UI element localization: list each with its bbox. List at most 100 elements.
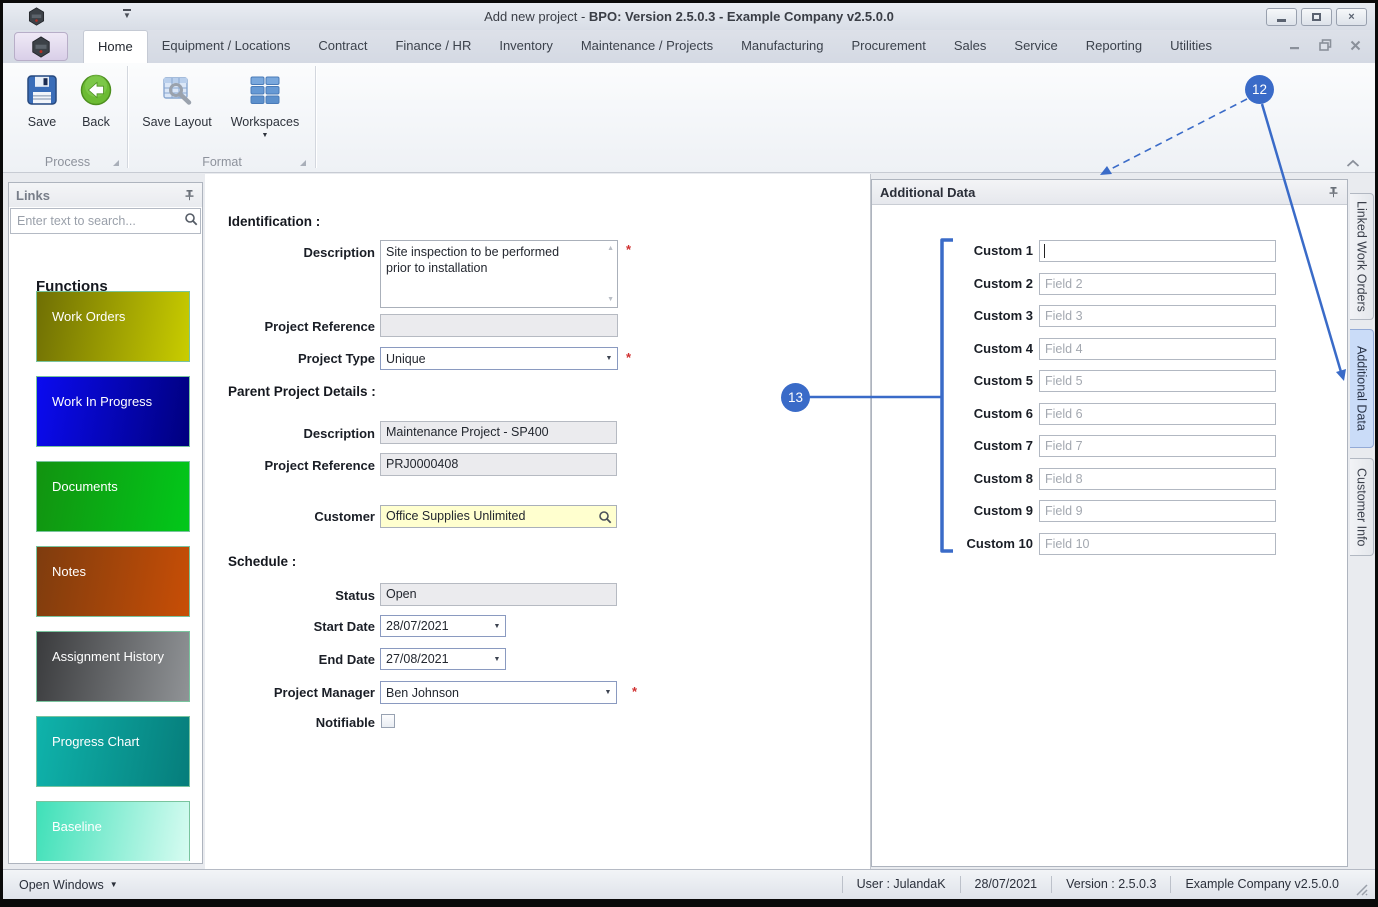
custom-10-input[interactable]: [1039, 533, 1276, 555]
application-menu-button[interactable]: [14, 32, 68, 61]
tile-notes[interactable]: Notes: [36, 546, 190, 617]
maximize-icon: [1312, 13, 1321, 21]
maximize-button[interactable]: [1301, 8, 1332, 26]
parent-project-header: Parent Project Details :: [228, 384, 376, 399]
side-tab-linked-work-orders[interactable]: Linked Work Orders: [1350, 193, 1374, 320]
custom-8-label: Custom 8: [973, 471, 1033, 486]
back-button[interactable]: Back: [67, 69, 125, 153]
custom-3-label: Custom 3: [973, 308, 1033, 323]
custom-6-input[interactable]: [1039, 403, 1276, 425]
custom-4-input[interactable]: [1039, 338, 1276, 360]
tile-progress-chart[interactable]: Progress Chart: [36, 716, 190, 787]
notifiable-checkbox[interactable]: [381, 714, 395, 728]
tile-documents[interactable]: Documents: [36, 461, 190, 532]
workspace: Links Functions Work Orders Work In Prog…: [3, 174, 1375, 869]
app-logo-icon: [27, 7, 46, 26]
custom-5-input[interactable]: [1039, 370, 1276, 392]
custom-9-input[interactable]: [1039, 500, 1276, 522]
close-button[interactable]: ×: [1336, 8, 1367, 26]
project-reference-label: Project Reference: [264, 319, 375, 334]
ribbon-tab-sales[interactable]: Sales: [940, 30, 1001, 63]
project-type-label: Project Type: [297, 351, 375, 366]
pin-icon[interactable]: [184, 189, 195, 201]
custom-2-input[interactable]: [1039, 273, 1276, 295]
pin-icon[interactable]: [1328, 186, 1339, 198]
format-group-launcher-icon[interactable]: [300, 160, 306, 166]
document-close-icon[interactable]: [1350, 40, 1361, 51]
callout-12-badge: 12: [1245, 75, 1274, 104]
custom-1-input[interactable]: [1039, 240, 1276, 262]
save-button[interactable]: Save: [13, 69, 71, 153]
save-layout-icon: [160, 73, 194, 107]
quick-access-caret-icon[interactable]: ▼: [123, 9, 131, 20]
process-group-launcher-icon[interactable]: [113, 160, 119, 166]
document-minimize-icon[interactable]: [1289, 40, 1301, 50]
customer-label: Customer: [314, 509, 375, 524]
end-date-picker[interactable]: 27/08/2021 ▼: [380, 648, 506, 670]
tile-work-orders[interactable]: Work Orders: [36, 291, 190, 362]
application-window: ▼ Add new project - BPO: Version 2.5.0.3…: [0, 0, 1378, 907]
tile-baseline[interactable]: Baseline: [36, 801, 190, 861]
ribbon-tab-procurement[interactable]: Procurement: [837, 30, 939, 63]
custom-8-input[interactable]: [1039, 468, 1276, 490]
side-tab-customer-info[interactable]: Customer Info: [1350, 458, 1374, 556]
ribbon-tab-equipment-locations[interactable]: Equipment / Locations: [148, 30, 305, 63]
custom-3-input[interactable]: [1039, 305, 1276, 327]
custom-1-label: Custom 1: [973, 243, 1033, 258]
start-date-label: Start Date: [313, 619, 375, 634]
ribbon-tab-home[interactable]: Home: [83, 30, 148, 63]
side-tab-additional-data[interactable]: Additional Data: [1350, 329, 1374, 448]
resize-grip-icon[interactable]: [1355, 883, 1369, 897]
custom-9-label: Custom 9: [973, 503, 1033, 518]
minimize-button[interactable]: [1266, 8, 1297, 26]
text-cursor: [1044, 244, 1045, 258]
status-user: User : JulandaK: [841, 875, 960, 894]
custom-2-label: Custom 2: [973, 276, 1033, 291]
ribbon-group-format: Format: [202, 155, 242, 169]
ribbon: Save Back Save Layout Workspaces ▼ Proce…: [3, 63, 1375, 173]
description-textarea[interactable]: Site inspection to be performed prior to…: [380, 240, 618, 308]
custom-7-input[interactable]: [1039, 435, 1276, 457]
scroll-up-icon[interactable]: ▲: [607, 245, 614, 252]
status-version: Version : 2.5.0.3: [1051, 875, 1170, 894]
save-layout-button[interactable]: Save Layout: [138, 69, 216, 153]
search-icon[interactable]: [184, 212, 198, 231]
ribbon-group-process: Process: [44, 155, 91, 169]
app-logo-icon: [32, 35, 50, 58]
additional-data-title: Additional Data: [880, 184, 976, 200]
close-icon: ×: [1348, 11, 1355, 23]
end-date-label: End Date: [318, 652, 375, 667]
project-type-dropdown[interactable]: Unique ▼: [380, 347, 618, 370]
description-label: Description: [303, 245, 375, 260]
project-manager-dropdown[interactable]: Ben Johnson ▼: [380, 681, 617, 704]
ribbon-tab-maintenance-projects[interactable]: Maintenance / Projects: [567, 30, 727, 63]
title-bar: ▼ Add new project - BPO: Version 2.5.0.3…: [3, 3, 1375, 30]
ribbon-tab-utilities[interactable]: Utilities: [1156, 30, 1226, 63]
ribbon-tab-manufacturing[interactable]: Manufacturing: [727, 30, 837, 63]
ribbon-tab-service[interactable]: Service: [1000, 30, 1071, 63]
search-icon[interactable]: [598, 510, 612, 527]
links-search-input[interactable]: [11, 214, 184, 228]
ribbon-collapse-chevron-icon[interactable]: [1345, 155, 1361, 173]
side-tab-strip: Linked Work Orders Additional Data Custo…: [1350, 174, 1375, 869]
workspaces-button[interactable]: Workspaces ▼: [225, 69, 305, 153]
chevron-down-icon: ▼: [109, 880, 118, 889]
project-type-required-marker: *: [626, 350, 632, 365]
ribbon-tab-reporting[interactable]: Reporting: [1072, 30, 1156, 63]
scroll-down-icon[interactable]: ▼: [607, 296, 614, 303]
ribbon-tab-finance-hr[interactable]: Finance / HR: [381, 30, 485, 63]
ribbon-tab-contract[interactable]: Contract: [304, 30, 381, 63]
schedule-header: Schedule :: [228, 554, 297, 569]
links-search-box: [10, 208, 201, 234]
project-manager-label: Project Manager: [273, 685, 375, 700]
workspaces-dropdown-icon: ▼: [261, 132, 269, 139]
start-date-picker[interactable]: 28/07/2021 ▼: [380, 615, 506, 637]
status-date: 28/07/2021: [959, 875, 1052, 894]
open-windows-menu[interactable]: Open Windows ▼: [3, 878, 118, 892]
tile-work-in-progress[interactable]: Work In Progress: [36, 376, 190, 447]
chevron-down-icon: ▼: [493, 622, 501, 630]
document-restore-icon[interactable]: [1319, 39, 1332, 51]
customer-lookup-field[interactable]: Office Supplies Unlimited: [380, 505, 617, 528]
ribbon-tab-inventory[interactable]: Inventory: [485, 30, 566, 63]
tile-assignment-history[interactable]: Assignment History: [36, 631, 190, 702]
